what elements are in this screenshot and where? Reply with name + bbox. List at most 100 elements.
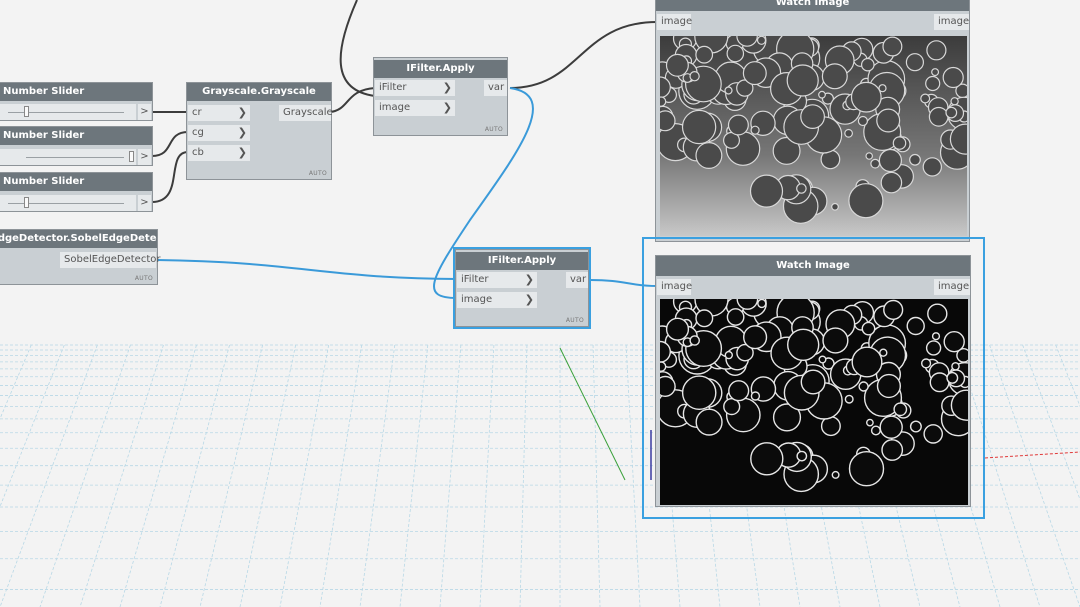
input-port-cb[interactable]: cb ❯ — [188, 145, 250, 161]
watch-image-node-2[interactable]: Watch Image image image — [642, 237, 985, 519]
chevron-right-icon: ❯ — [237, 126, 247, 139]
sobel-edge-detector-node[interactable]: EdgeDetector.SobelEdgeDetector SobelEdge… — [0, 229, 160, 285]
bubble — [742, 325, 768, 350]
graph-canvas[interactable]: Number Slider > Number Slider > Number S… — [0, 0, 1080, 607]
slider-track[interactable] — [0, 195, 136, 211]
expand-arrow[interactable]: > — [138, 149, 151, 165]
input-port-image[interactable]: image ❯ — [375, 100, 455, 116]
bubble — [660, 110, 676, 132]
slider-thumb[interactable] — [24, 106, 29, 117]
bubble — [850, 81, 882, 113]
bubble — [848, 450, 885, 487]
bubble — [879, 415, 903, 439]
bubble — [905, 53, 924, 72]
bubble — [726, 44, 745, 63]
bubble — [926, 40, 947, 61]
chevron-right-icon: ❯ — [237, 106, 247, 119]
bubble — [921, 358, 932, 369]
bubble — [858, 381, 869, 392]
bubble — [950, 97, 959, 106]
node-title: IFilter.Apply — [456, 252, 588, 270]
input-port-image[interactable]: image — [657, 279, 692, 295]
number-slider-node-1[interactable]: Number Slider > — [0, 82, 153, 121]
slider-track[interactable] — [0, 104, 136, 120]
auto-tag: AUTO — [484, 126, 503, 133]
auto-tag: AUTO — [308, 170, 327, 177]
input-port-ifilter[interactable]: iFilter ❯ — [375, 80, 455, 96]
watch-image-node-1[interactable]: Watch Image image image — [655, 0, 970, 242]
input-port-image[interactable]: image ❯ — [457, 292, 537, 308]
bubble — [865, 418, 874, 427]
bubble — [865, 152, 874, 160]
expand-arrow[interactable]: > — [138, 104, 151, 120]
wire-ifilter1-to-watch1[interactable] — [509, 21, 658, 89]
bubble — [848, 183, 884, 219]
bubble — [927, 303, 948, 324]
wire-sobel-to-ifilter2[interactable] — [156, 259, 458, 280]
bubble — [660, 96, 667, 107]
chevron-right-icon: ❯ — [524, 273, 534, 286]
bubble — [879, 348, 888, 357]
bubble — [695, 141, 723, 169]
wire-grayscale-to-ifilter1[interactable] — [329, 87, 376, 113]
bubble — [876, 108, 901, 133]
chevron-right-icon: ❯ — [237, 146, 247, 159]
node-title: Number Slider — [0, 173, 152, 191]
bubble — [818, 90, 826, 99]
watch-image-preview — [660, 36, 967, 236]
bubble — [796, 450, 808, 462]
bubble — [756, 36, 767, 45]
bubble — [951, 362, 960, 371]
bubble — [844, 128, 854, 138]
bubble — [728, 380, 750, 402]
bubble — [942, 66, 964, 89]
bubble — [727, 114, 749, 136]
slider-thumb[interactable] — [129, 151, 134, 162]
bubble — [857, 115, 868, 127]
bubble — [909, 420, 922, 433]
bubble — [880, 171, 903, 194]
expand-arrow[interactable]: > — [138, 195, 151, 211]
bubble — [750, 125, 760, 135]
bubble — [922, 157, 942, 177]
input-port-cr[interactable]: cr ❯ — [188, 105, 250, 121]
bubble — [909, 153, 921, 166]
ifilter-apply-node-1[interactable]: IFilter.Apply iFilter ❯ image ❯ var AUTO — [373, 57, 508, 136]
number-slider-node-3[interactable]: Number Slider > — [0, 172, 153, 212]
bubble — [689, 335, 701, 346]
bubble — [892, 136, 907, 150]
output-port-var[interactable]: var — [484, 80, 507, 96]
wire-slider3-to-cb[interactable] — [151, 151, 189, 203]
output-port-sobeledgedetector[interactable]: SobelEdgeDetector — [60, 252, 160, 268]
input-port-cg[interactable]: cg ❯ — [188, 125, 250, 141]
output-port-grayscale[interactable]: Grayscale — [279, 105, 333, 121]
output-port-image[interactable]: image — [934, 14, 969, 30]
slider-thumb[interactable] — [24, 197, 29, 208]
input-port-image[interactable]: image — [657, 14, 692, 30]
bubble — [925, 340, 942, 356]
ifilter-apply-node-2[interactable]: IFilter.Apply iFilter ❯ image ❯ var AUTO — [453, 247, 591, 329]
bubble — [831, 202, 839, 211]
grayscale-node[interactable]: Grayscale.Grayscale cr ❯ cg ❯ cb ❯ Grayscal… — [186, 82, 333, 180]
input-port-ifilter[interactable]: iFilter ❯ — [457, 272, 537, 288]
bubble — [928, 106, 949, 127]
wire-top-to-ifilter1[interactable] — [339, 0, 376, 97]
chevron-right-icon: ❯ — [442, 81, 452, 94]
bubble — [943, 331, 965, 353]
output-port-image[interactable]: image — [934, 279, 970, 295]
bubble — [750, 391, 761, 401]
auto-tag: AUTO — [134, 275, 153, 282]
bubble — [724, 350, 734, 360]
slider-track[interactable] — [0, 149, 136, 165]
bubble — [861, 321, 876, 336]
bubble — [786, 64, 819, 97]
bubble — [831, 470, 840, 479]
bubble — [931, 332, 941, 341]
bubble — [893, 402, 908, 417]
bubble — [818, 355, 827, 364]
bubble — [931, 68, 940, 77]
output-port-var[interactable]: var — [566, 272, 588, 288]
number-slider-node-2[interactable]: Number Slider > — [0, 126, 153, 166]
bubble — [660, 361, 667, 372]
bubble — [695, 309, 714, 328]
